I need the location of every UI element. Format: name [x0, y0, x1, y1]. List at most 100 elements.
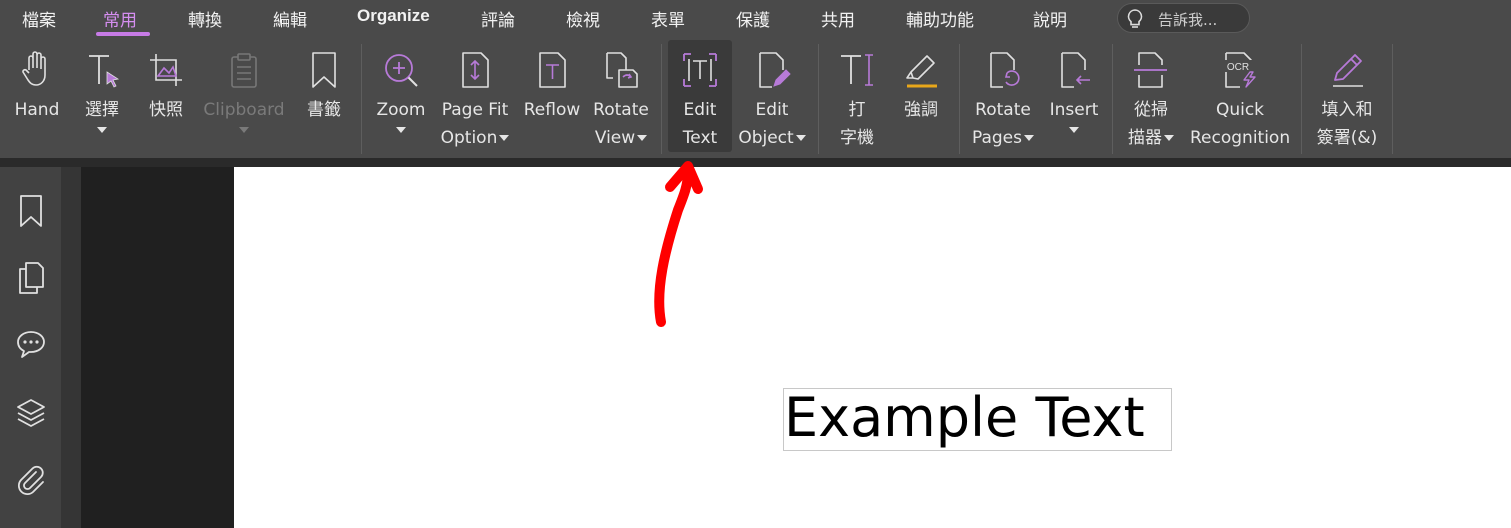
menu-help[interactable]: 說明 — [1033, 6, 1067, 31]
menu-share[interactable]: 共用 — [821, 6, 855, 31]
menu-accessibility[interactable]: 輔助功能 — [906, 6, 974, 31]
menu-file[interactable]: 檔案 — [22, 6, 56, 31]
quick-recognition-label-line1: Quick — [1215, 100, 1265, 120]
active-tab-indicator — [96, 32, 150, 36]
rotate-pages-icon — [990, 52, 1020, 88]
ribbon-separator — [818, 44, 819, 154]
hand-tool-button[interactable]: Hand — [8, 38, 66, 158]
quick-recognition-label: Quick Recognition — [1190, 96, 1290, 152]
clipboard-button[interactable]: Clipboard — [200, 38, 288, 158]
tell-me-search[interactable]: 告訴我... — [1117, 3, 1250, 33]
snapshot-button[interactable]: 快照 — [140, 38, 192, 158]
edit-text-label-line1: Edit — [683, 100, 717, 120]
fill-sign-label-line1: 填入和 — [1321, 100, 1373, 120]
bookmarks-panel-icon[interactable] — [16, 194, 46, 228]
rotate-view-dropdown-arrow[interactable] — [637, 135, 648, 141]
insert-label: Insert — [1049, 100, 1099, 120]
highlight-button[interactable]: 強調 — [894, 38, 948, 158]
rotate-pages-button[interactable]: Rotate Pages — [968, 38, 1038, 158]
ocr-icon: OCR — [1222, 52, 1256, 88]
ribbon-separator — [1392, 44, 1393, 154]
bookmark-icon — [312, 52, 336, 88]
from-scanner-button[interactable]: 從掃 描器 — [1122, 38, 1180, 158]
rotate-pages-label-line2: Pages — [971, 128, 1022, 148]
select-dropdown-arrow[interactable] — [97, 127, 107, 133]
attachments-panel-icon[interactable] — [16, 463, 46, 497]
zoom-icon — [385, 54, 418, 87]
edit-text-label: Edit Text — [668, 96, 732, 152]
select-tool-button[interactable]: 選擇 — [76, 38, 128, 158]
insert-dropdown-arrow[interactable] — [1069, 127, 1079, 133]
typewriter-icon — [841, 54, 873, 86]
scanner-dropdown-arrow[interactable] — [1164, 135, 1174, 141]
ribbon-separator — [661, 44, 662, 154]
menu-edit[interactable]: 編輯 — [273, 6, 307, 31]
lightbulb-icon — [1127, 9, 1143, 28]
menu-home[interactable]: 常用 — [103, 6, 137, 31]
navigation-panel — [0, 167, 61, 528]
fill-and-sign-button[interactable]: 填入和 簽署(&) — [1312, 38, 1382, 158]
edit-object-button[interactable]: Edit Object — [736, 38, 808, 158]
select-label: 選擇 — [85, 100, 119, 120]
menu-organize[interactable]: Organize — [357, 6, 430, 26]
clipboard-dropdown-arrow[interactable] — [239, 127, 249, 133]
typewriter-label-line1: 打 — [848, 100, 866, 120]
ribbon-toolbar: Hand 選擇 快照 Clipboard 書籤 Zoom Page Fit Op… — [0, 38, 1511, 160]
ribbon-separator — [959, 44, 960, 154]
layers-panel-icon[interactable] — [16, 396, 46, 430]
page-fit-dropdown-arrow[interactable] — [499, 135, 510, 141]
menu-protect[interactable]: 保護 — [736, 6, 770, 31]
typewriter-label: 打 字機 — [830, 96, 884, 152]
hand-icon — [22, 51, 46, 86]
zoom-button[interactable]: Zoom — [372, 38, 430, 158]
snapshot-icon — [150, 54, 182, 86]
pages-panel-icon[interactable] — [16, 261, 46, 295]
annotation-arrow — [654, 161, 703, 327]
edit-object-label-line1: Edit — [755, 100, 789, 120]
reflow-label: Reflow — [523, 100, 581, 120]
rotate-view-label-line1: Rotate — [593, 100, 649, 120]
typewriter-button[interactable]: 打 字機 — [830, 38, 884, 158]
quick-recognition-button[interactable]: OCR Quick Recognition — [1190, 38, 1290, 158]
page-fit-icon — [462, 52, 489, 88]
editable-text-box[interactable]: Example Text — [783, 388, 1172, 451]
scanner-icon — [1134, 52, 1167, 88]
zoom-label: Zoom — [376, 100, 426, 120]
scanner-label-line1: 從掃 — [1134, 100, 1168, 120]
highlight-label: 強調 — [904, 100, 938, 120]
ribbon-separator — [1112, 44, 1113, 154]
quick-recognition-label-line2: Recognition — [1190, 128, 1291, 148]
bookmark-button[interactable]: 書籤 — [298, 38, 350, 158]
page-fit-option-button[interactable]: Page Fit Option — [438, 38, 512, 158]
rotate-pages-label-line1: Rotate — [975, 100, 1031, 120]
fill-sign-label: 填入和 簽署(&) — [1312, 96, 1382, 152]
menu-comment[interactable]: 評論 — [481, 6, 515, 31]
menu-convert[interactable]: 轉換 — [188, 6, 222, 31]
highlighter-icon — [906, 55, 937, 88]
edit-text-button[interactable]: Edit Text — [668, 40, 732, 152]
hand-label: Hand — [14, 100, 60, 120]
comments-panel-icon[interactable] — [16, 327, 46, 361]
menu-form[interactable]: 表單 — [651, 6, 685, 31]
reflow-icon — [539, 52, 566, 88]
ribbon-separator — [1301, 44, 1302, 154]
menu-view[interactable]: 檢視 — [566, 6, 600, 31]
insert-button[interactable]: Insert — [1046, 38, 1102, 158]
zoom-dropdown-arrow[interactable] — [396, 127, 406, 133]
page-fit-label-line1: Page Fit — [441, 100, 509, 120]
edit-object-label-line2: Object — [738, 128, 794, 148]
menu-bar: 檔案 常用 轉換 編輯 Organize 評論 檢視 表單 保護 共用 輔助功能… — [0, 0, 1511, 38]
rotate-view-button[interactable]: Rotate View — [590, 38, 652, 158]
ribbon-bottom-border — [0, 158, 1511, 167]
ocr-icon-text: OCR — [1227, 62, 1249, 73]
reflow-button[interactable]: Reflow — [522, 38, 582, 158]
document-page[interactable] — [234, 167, 1511, 528]
rotate-pages-dropdown-arrow[interactable] — [1024, 135, 1034, 141]
fill-sign-label-line2: 簽署(&) — [1316, 128, 1378, 148]
tell-me-placeholder: 告訴我... — [1158, 11, 1218, 29]
rotate-view-icon — [606, 52, 638, 88]
rotate-view-label: Rotate View — [590, 96, 652, 152]
edit-object-dropdown-arrow[interactable] — [795, 135, 806, 141]
bookmark-label: 書籤 — [307, 100, 341, 120]
select-text-icon — [89, 55, 120, 88]
